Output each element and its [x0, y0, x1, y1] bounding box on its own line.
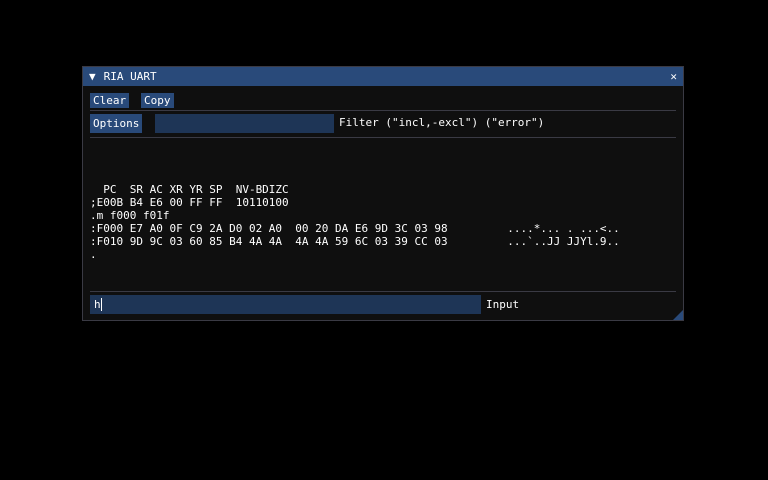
log-line: :F010 9D 9C 03 60 85 B4 4A 4A 4A 4A 59 6…: [90, 235, 620, 248]
close-icon[interactable]: ✕: [670, 70, 677, 83]
log-line: :F000 E7 A0 0F C9 2A D0 02 A0 00 20 DA E…: [90, 222, 620, 235]
title-bar[interactable]: ▼ RIA UART ✕: [83, 67, 683, 86]
separator: [90, 137, 676, 138]
copy-button[interactable]: Copy: [141, 93, 174, 108]
collapse-icon[interactable]: ▼: [89, 70, 96, 83]
separator: [90, 110, 676, 111]
input-label: Input: [486, 298, 520, 311]
ria-uart-window: ▼ RIA UART ✕ Clear Copy Options Filter (…: [82, 66, 684, 321]
window-title: RIA UART: [103, 70, 157, 83]
log-line: .: [90, 248, 97, 261]
log-line: PC SR AC XR YR SP NV-BDIZC: [90, 183, 289, 196]
clear-button[interactable]: Clear: [90, 93, 130, 108]
separator: [90, 291, 676, 292]
filter-label: Filter ("incl,-excl") ("error"): [339, 116, 545, 129]
command-input[interactable]: h: [90, 295, 481, 314]
options-button[interactable]: Options: [90, 114, 143, 133]
resize-grip[interactable]: [673, 310, 683, 320]
filter-input[interactable]: [155, 114, 334, 133]
log-line: ;E00B B4 E6 00 FF FF 10110100: [90, 196, 289, 209]
log-line: .m f000 f01f: [90, 209, 170, 222]
text-cursor: [100, 298, 102, 311]
log-output: PC SR AC XR YR SP NV-BDIZC ;E00B B4 E6 00…: [90, 170, 620, 261]
input-value: h: [94, 298, 101, 311]
